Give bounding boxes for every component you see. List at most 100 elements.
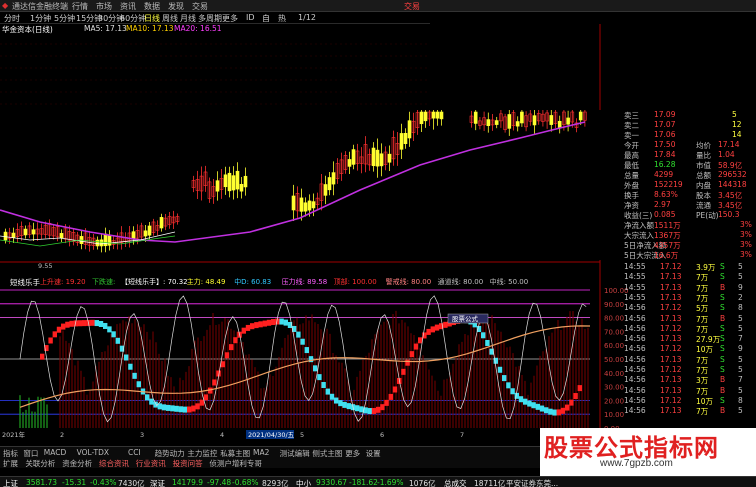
candle-body (107, 235, 112, 246)
quote-row: 最高 17.84 量比 1.04 (592, 150, 756, 160)
indicator-up-segment (401, 368, 406, 375)
indicator-down-segment (510, 388, 515, 395)
tick-side: S (720, 272, 725, 282)
month-label: 3 (140, 431, 144, 439)
tick-side: S (720, 292, 725, 302)
indicator-down-segment (170, 405, 175, 412)
tick-n: 5 (738, 313, 743, 323)
indicator-up-segment (569, 399, 574, 406)
quote-value: 17.09 (654, 110, 676, 119)
indicator-up-segment (65, 321, 70, 328)
indicator-up-segment (560, 407, 566, 414)
indicator-up-segment (254, 322, 259, 329)
info-tabs: 扩展 关联分析 资金分析 综合资讯 行业资讯 投资问答 侦测户增利专哥 (0, 458, 540, 468)
indicator-down-segment (325, 388, 330, 395)
candle-body (486, 119, 491, 126)
indicator-down-segment (359, 406, 364, 413)
quote-value: 16.6万 (654, 251, 679, 260)
tick-side: S (720, 395, 725, 405)
quote-value: 2.97 (654, 200, 671, 209)
candle-body (323, 184, 328, 196)
indicator-up-segment (69, 320, 74, 327)
candle-body (327, 177, 332, 191)
quote-value: 17.84 (654, 150, 676, 159)
tick-row: 14:56 17.12 5万 S 8 (592, 303, 756, 313)
quote-row: 卖三 17.09 5 (592, 110, 756, 120)
sh-index-value: 3581.73 (26, 478, 58, 487)
indicator-down-segment (321, 381, 326, 388)
quote-row: 收益(三) 0.085 PE(动) 150.3 (592, 210, 756, 220)
quote-value: 1.04 (718, 150, 735, 159)
quote-value: 144318 (718, 180, 747, 189)
candle-body (566, 117, 570, 125)
indicator-tab[interactable]: MACD (44, 448, 66, 457)
indicator-up-segment (266, 319, 272, 326)
info-tab[interactable]: 关联分析 (25, 458, 55, 469)
candle-body (303, 202, 308, 212)
candle-body (557, 120, 562, 129)
date-marker-label: 2021/04/30/五 (248, 431, 295, 439)
tick-side: S (720, 303, 725, 313)
indicator-down-segment (283, 319, 288, 326)
zx-index-label[interactable]: 中小 (296, 478, 311, 487)
candle-body (99, 239, 104, 247)
indicator-down-segment (296, 331, 301, 338)
zx-index-pct: -1.69% (377, 478, 404, 487)
indicator-up-segment (61, 323, 66, 330)
indicator-tab[interactable]: VOL-TDX (77, 448, 109, 457)
info-tab[interactable]: 投资问答 (173, 458, 203, 469)
indicator-tab[interactable]: MA2 (253, 448, 269, 457)
tick-time: 14:56 (624, 406, 646, 416)
sh-index-label[interactable]: 上证 (3, 478, 18, 487)
info-tab[interactable]: 行业资讯 (136, 458, 166, 469)
indicator-down-segment (115, 337, 120, 344)
tick-n: 2 (738, 292, 743, 302)
candle-body (371, 147, 376, 167)
tick-row: 14:56 17.13 7万 B 5 (592, 386, 756, 396)
quote-row: 换手 8.63% 股本 3.45亿 (592, 190, 756, 200)
candle-body (23, 228, 28, 236)
sz-index-label[interactable]: 深证 (150, 478, 165, 487)
quote-extra: 14 (732, 130, 742, 139)
candle-body (331, 172, 336, 185)
tick-time: 14:56 (624, 354, 646, 364)
indicator-tab[interactable]: CCI (128, 448, 141, 457)
watermark-url: www.7gpzb.com (600, 458, 673, 469)
info-tab[interactable]: 资金分析 (62, 458, 92, 469)
indicator-up-segment (371, 407, 377, 414)
indicator-down-segment (174, 405, 179, 412)
indicator-down-segment (539, 405, 545, 412)
sz-index-pct: -0.68% (232, 478, 259, 487)
tick-time: 14:56 (624, 334, 646, 344)
indicator-up-segment (212, 379, 217, 386)
candle-body (239, 183, 244, 192)
indicator-label: 下跌速: (92, 278, 116, 286)
quote-value: 17.14 (718, 140, 740, 149)
tick-time: 14:55 (624, 282, 646, 292)
candle-body (11, 232, 16, 238)
tick-list[interactable]: 14:55 17.12 3.9万 S 5 14:55 17.13 7万 S 5 14:55 17.13… (592, 262, 756, 422)
tick-side: S (720, 334, 725, 344)
news-ticker[interactable]: 平安证券东莞... (506, 478, 558, 487)
info-tab[interactable]: 综合资讯 (99, 458, 129, 469)
tick-n: 5 (738, 323, 743, 333)
indicator-down-segment (329, 393, 335, 400)
tick-price: 17.13 (660, 406, 682, 416)
indicator-down-segment (103, 322, 108, 329)
tick-n: 5 (738, 272, 743, 282)
indicator-up-segment (380, 404, 385, 411)
indicator-label: 顶部: 100.00 (333, 278, 377, 286)
indicator-up-segment (426, 328, 431, 335)
quote-value: 17.06 (654, 130, 676, 139)
indicator-up-segment (224, 352, 230, 359)
tick-n: 8 (738, 303, 743, 313)
quote-row: 今开 17.50 均价 17.14 (592, 140, 756, 150)
candle-body (379, 153, 384, 167)
info-tab[interactable]: 侦测户增利专哥 (209, 458, 262, 469)
indicator-up-segment (392, 386, 398, 393)
tick-side: S (720, 354, 725, 364)
info-tab[interactable]: 扩展 (3, 458, 18, 469)
tick-n: 5 (738, 365, 743, 374)
tick-row: 14:55 17.13 7万 B 9 (592, 283, 756, 293)
indicator-label: 警戒线: 80.00 (385, 278, 432, 286)
